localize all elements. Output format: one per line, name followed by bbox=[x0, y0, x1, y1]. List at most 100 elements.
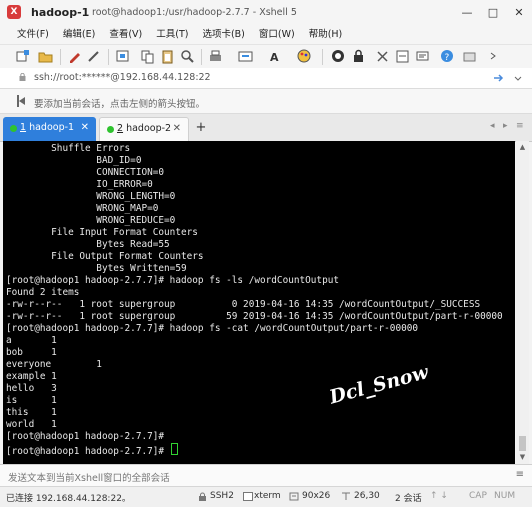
tab-next-icon[interactable]: ▸ bbox=[503, 121, 508, 131]
tab-prev-icon[interactable]: ◂ bbox=[490, 121, 495, 131]
status-caps-lock: CAP bbox=[469, 491, 487, 501]
terminal-line: [root@hadoop1 hadoop-2.7.7]# hadoop fs -… bbox=[6, 275, 340, 286]
address-go-icon[interactable] bbox=[491, 71, 505, 85]
terminal-line: this 1 bbox=[6, 407, 57, 418]
svg-text:A: A bbox=[270, 51, 279, 64]
scroll-up-icon[interactable]: ▲ bbox=[516, 141, 529, 154]
ssh-lock-icon bbox=[199, 492, 206, 501]
terminal-line: example 1 bbox=[6, 371, 57, 382]
font-icon[interactable]: A bbox=[268, 49, 283, 64]
status-protocol: SSH2 bbox=[210, 491, 234, 501]
terminal-line: Found 2 items bbox=[6, 287, 80, 298]
compose-menu-icon[interactable]: ≡ bbox=[516, 469, 524, 480]
xftp-icon[interactable] bbox=[395, 49, 410, 64]
terminal-type-icon bbox=[243, 492, 253, 501]
scroll-down-icon[interactable]: ▼ bbox=[516, 451, 529, 464]
menu-help[interactable]: 帮助(H) bbox=[302, 26, 350, 44]
options-icon[interactable] bbox=[462, 49, 477, 64]
terminal-line: world 1 bbox=[6, 419, 57, 430]
terminal-line: everyone 1 bbox=[6, 359, 102, 370]
script-icon[interactable] bbox=[375, 49, 390, 64]
reconnect-icon[interactable] bbox=[115, 49, 130, 64]
disconnect-icon[interactable] bbox=[86, 49, 101, 64]
terminal-line: -rw-r--r-- 1 root supergroup 59 2019-04-… bbox=[6, 311, 503, 322]
toolbar-overflow-icon[interactable] bbox=[486, 49, 501, 64]
toolbar-separator bbox=[108, 49, 109, 65]
compose-icon[interactable] bbox=[415, 49, 430, 64]
tab-bar: 1 hadoop-1 ✕ 2 hadoop-2 ✕ + ◂ ▸ ≡ bbox=[0, 114, 532, 142]
maximize-button[interactable]: □ bbox=[480, 0, 506, 26]
address-text[interactable]: ssh://root:******@192.168.44.128:22 bbox=[34, 72, 211, 83]
tab-list-icon[interactable]: ≡ bbox=[516, 121, 524, 131]
terminal-line: hello 3 bbox=[6, 383, 57, 394]
tab-close-button[interactable]: ✕ bbox=[81, 122, 89, 133]
open-folder-icon[interactable] bbox=[38, 49, 53, 64]
address-bar[interactable]: ssh://root:******@192.168.44.128:22 bbox=[0, 68, 532, 89]
terminal-screen[interactable]: Dcl_Snow Shuffle Errors BAD_ID=0 CONNECT… bbox=[3, 141, 515, 464]
status-terminal-size: 90x26 bbox=[302, 491, 331, 501]
terminal-line: File Output Format Counters bbox=[6, 251, 204, 262]
find-icon[interactable] bbox=[180, 49, 195, 64]
copy-icon[interactable] bbox=[140, 49, 155, 64]
toolbar-separator bbox=[201, 49, 202, 65]
terminal-line: WRONG_LENGTH=0 bbox=[6, 191, 176, 202]
terminal-cursor bbox=[170, 443, 178, 455]
terminal-scrollbar[interactable]: ▲ ▼ bbox=[516, 141, 529, 464]
address-dropdown-icon[interactable] bbox=[511, 71, 525, 85]
menu-tab[interactable]: 选项卡(B) bbox=[195, 26, 251, 44]
menu-tools[interactable]: 工具(T) bbox=[149, 26, 195, 44]
compose-input[interactable]: 发送文本到当前Xshell窗口的全部会话 bbox=[8, 470, 170, 484]
help-icon[interactable]: ? bbox=[440, 49, 455, 64]
tab-close-button[interactable]: ✕ bbox=[173, 123, 181, 134]
xshell-logo-icon: X bbox=[7, 5, 21, 19]
menu-file[interactable]: 文件(F) bbox=[0, 26, 56, 44]
terminal-line: is 1 bbox=[6, 395, 57, 406]
watermark-signature: Dcl_Snow bbox=[327, 361, 431, 409]
terminal-line: bob 1 bbox=[6, 347, 57, 358]
terminal-line: [root@hadoop1 hadoop-2.7.7]# hadoop fs -… bbox=[6, 323, 419, 334]
transfer-icon[interactable] bbox=[238, 49, 253, 64]
menu-bar: 文件(F) 编辑(E) 查看(V) 工具(T) 选项卡(B) 窗口(W) 帮助(… bbox=[0, 26, 532, 44]
menu-window[interactable]: 窗口(W) bbox=[252, 26, 302, 44]
tab-number: 2 bbox=[117, 123, 124, 134]
terminal-line: [root@hadoop1 hadoop-2.7.7]# bbox=[6, 431, 165, 442]
window-controls: — □ ✕ bbox=[454, 0, 532, 26]
status-connection: 已连接 192.168.44.128:22。 bbox=[6, 494, 131, 504]
fullscreen-icon[interactable] bbox=[331, 49, 346, 64]
new-tab-button[interactable]: + bbox=[193, 120, 209, 136]
window-session-name: hadoop-1 bbox=[31, 6, 90, 19]
compose-bar[interactable]: 发送文本到当前Xshell窗口的全部会话 ≡ bbox=[0, 464, 532, 487]
terminal-line: IO_ERROR=0 bbox=[6, 179, 153, 190]
terminal-line: BAD_ID=0 bbox=[6, 155, 142, 166]
properties-icon[interactable] bbox=[67, 49, 82, 64]
status-session-count: 2 会话 bbox=[395, 494, 422, 504]
scrollbar-thumb[interactable] bbox=[519, 436, 526, 451]
terminal-line: -rw-r--r-- 1 root supergroup 0 2019-04-1… bbox=[6, 299, 481, 310]
minimize-button[interactable]: — bbox=[454, 0, 480, 26]
tab-label: 2 hadoop-2 bbox=[117, 123, 171, 134]
menu-view[interactable]: 查看(V) bbox=[102, 26, 149, 44]
terminal-line: a 1 bbox=[6, 335, 57, 346]
status-bar: 已连接 192.168.44.128:22。 SSH2 xterm 90x26 … bbox=[0, 486, 532, 507]
terminal-line: File Input Format Counters bbox=[6, 227, 198, 238]
toolbar: A ? bbox=[0, 44, 532, 70]
tab-hadoop-1[interactable]: 1 hadoop-1 ✕ bbox=[3, 117, 96, 141]
paste-icon[interactable] bbox=[160, 49, 175, 64]
close-window-button[interactable]: ✕ bbox=[506, 0, 532, 26]
tab-session-name: hadoop-2 bbox=[126, 123, 172, 134]
terminal-line: CONNECTION=0 bbox=[6, 167, 165, 178]
menu-edit[interactable]: 编辑(E) bbox=[56, 26, 102, 44]
svg-text:?: ? bbox=[445, 53, 450, 63]
print-icon[interactable] bbox=[208, 49, 223, 64]
new-session-icon[interactable] bbox=[15, 49, 30, 64]
tab-hadoop-2[interactable]: 2 hadoop-2 ✕ bbox=[99, 117, 189, 141]
arrow-hint-icon[interactable] bbox=[17, 95, 27, 107]
lock-icon[interactable] bbox=[351, 49, 366, 64]
toolbar-separator bbox=[322, 49, 323, 65]
terminal-size-icon bbox=[289, 492, 299, 501]
terminal-line: Bytes Read=55 bbox=[6, 239, 170, 250]
connected-status-icon bbox=[107, 126, 114, 133]
title-bar[interactable]: X hadoop-1 root@hadoop1:/usr/hadoop-2.7.… bbox=[0, 0, 532, 27]
connected-status-icon bbox=[10, 125, 17, 132]
color-scheme-icon[interactable] bbox=[297, 49, 312, 64]
